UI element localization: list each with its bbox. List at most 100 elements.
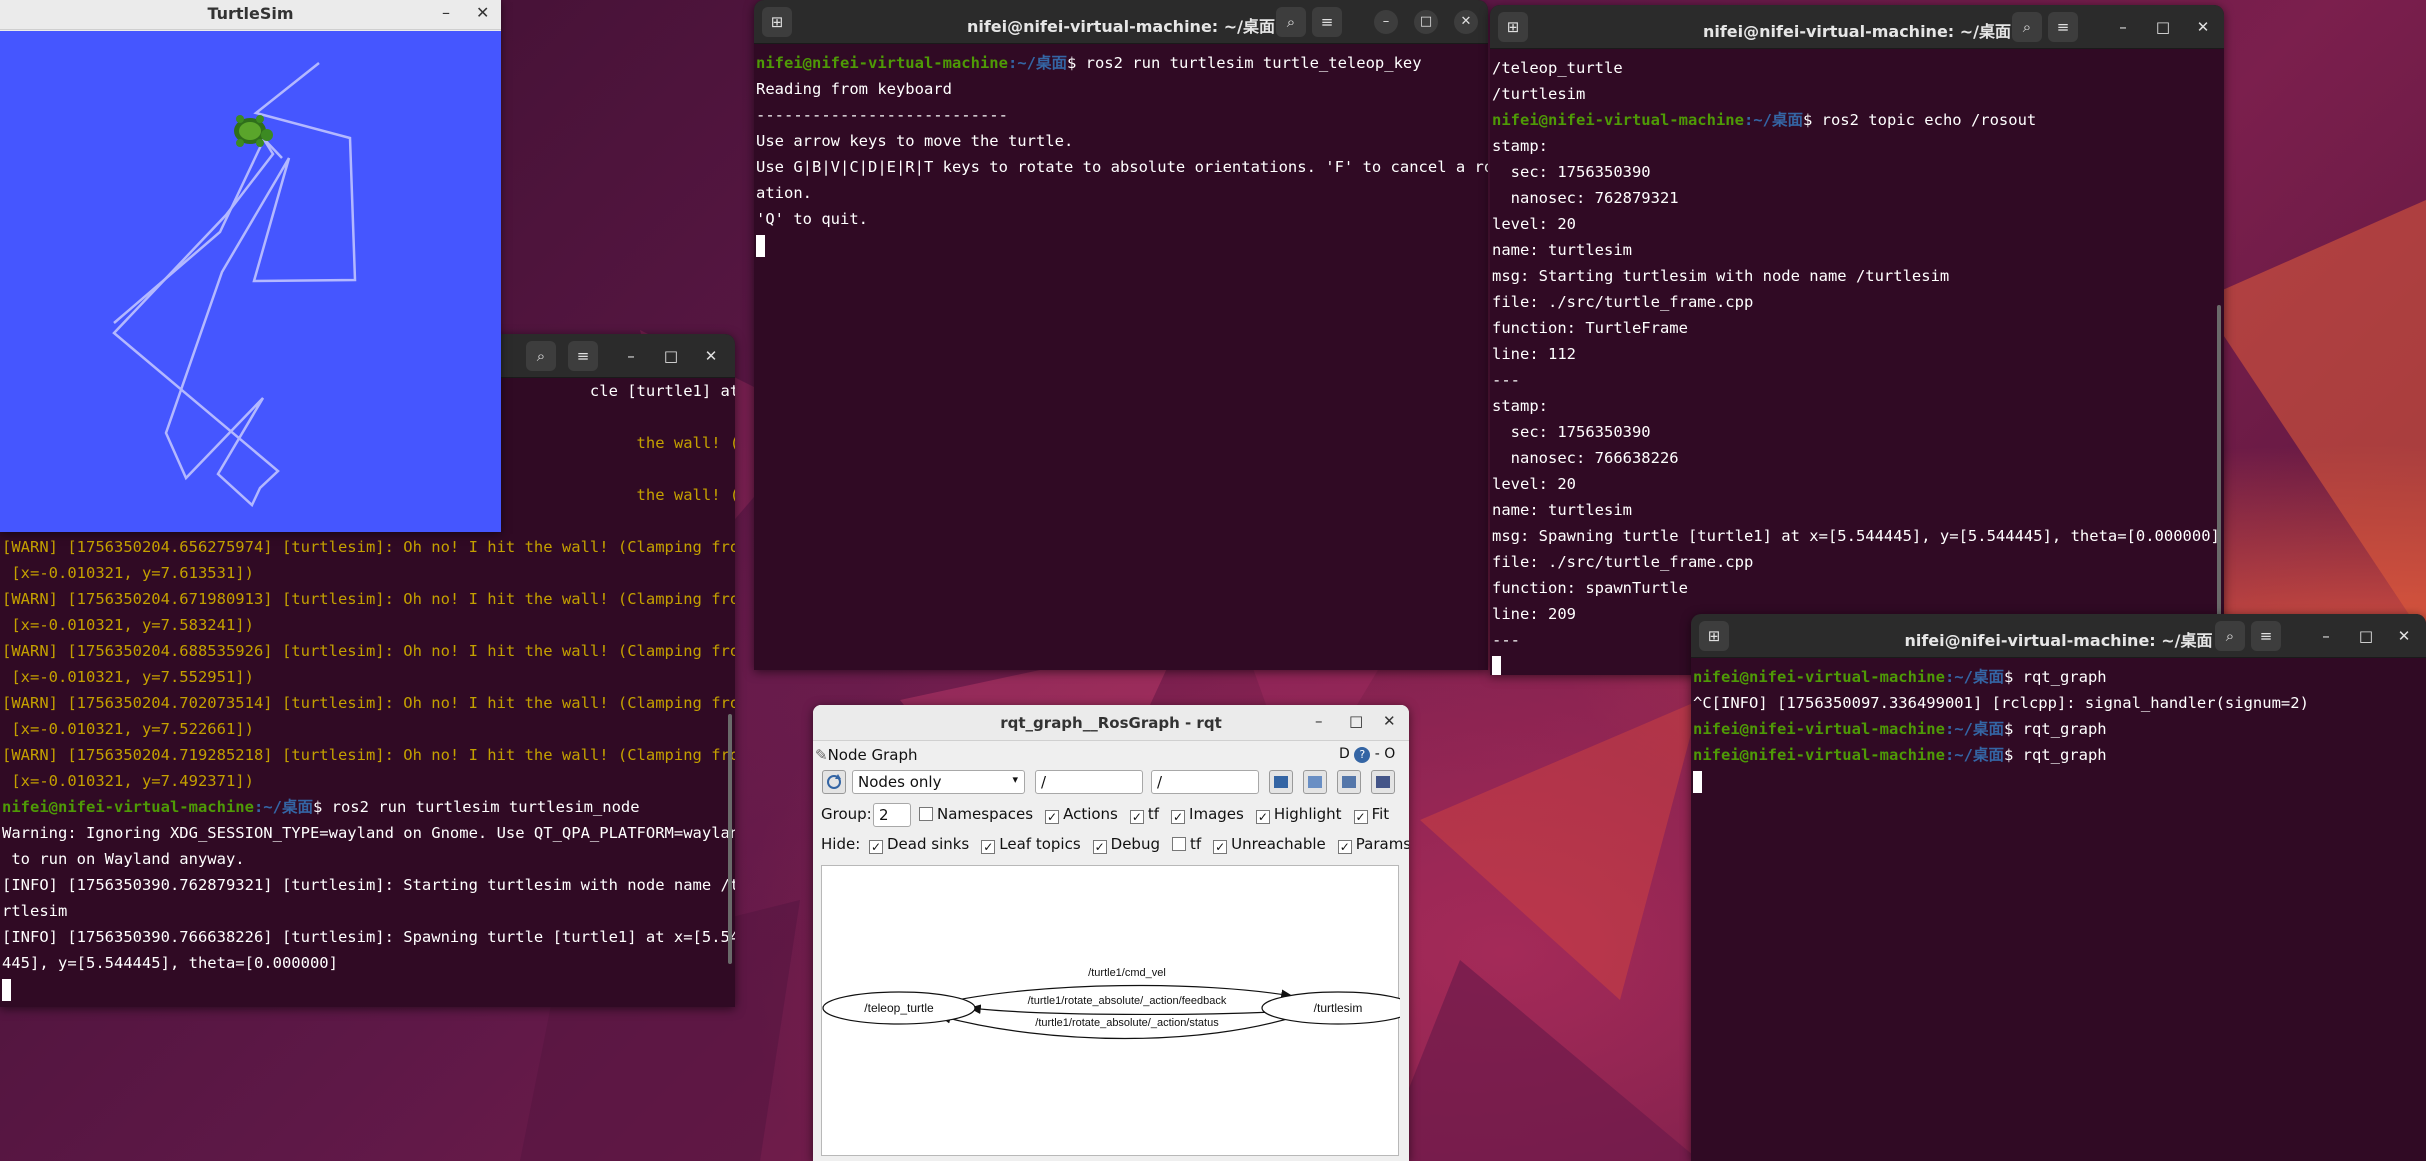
line-text: msg: Spawning turtle [turtle1] at x=[5.5… [1492, 527, 2220, 545]
maximize-button[interactable]: □ [2351, 621, 2381, 651]
terminal-line: --------------------------- [756, 102, 1486, 128]
terminal-line: Warning: Ignoring XDG_SESSION_TYPE=wayla… [2, 820, 735, 846]
minimize-button[interactable]: – [442, 3, 450, 22]
save-dot-icon[interactable] [1303, 770, 1327, 794]
checkbox-params[interactable]: ✓ Params [1337, 835, 1409, 854]
maximize-button[interactable]: □ [1349, 712, 1363, 730]
prompt-user: nifei@nifei-virtual-machine [1693, 668, 1945, 686]
checkbox-actions[interactable]: ✓ Actions [1045, 805, 1118, 824]
close-button[interactable]: ✕ [1454, 10, 1478, 34]
minimize-button[interactable]: – [1374, 10, 1398, 34]
terminal-line: --- [1492, 367, 2222, 393]
terminal-titlebar[interactable]: ⊞ nifei@nifei-virtual-machine: ~/桌面 ⌕ ≡ … [1691, 614, 2426, 658]
rqt-titlebar[interactable]: rqt_graph__RosGraph - rqt – □ ✕ [813, 705, 1409, 741]
menu-icon[interactable]: ≡ [2048, 12, 2078, 42]
checkbox-fit[interactable]: ✓ Fit [1353, 805, 1390, 824]
close-button[interactable]: ✕ [2188, 12, 2218, 42]
terminal-window-rosout[interactable]: ⊞ nifei@nifei-virtual-machine: ~/桌面 ⌕ ≡ … [1490, 5, 2224, 675]
plugin-controls[interactable]: D ? - O [1339, 746, 1395, 763]
turtlesim-titlebar[interactable]: TurtleSim – ✕ [0, 0, 501, 30]
terminal-line: msg: Starting turtlesim with node name /… [1492, 263, 2222, 289]
search-icon[interactable]: ⌕ [526, 341, 556, 371]
ros-graph[interactable]: /turtle1/cmd_vel/turtle1/rotate_absolute… [822, 866, 1409, 1157]
close-button[interactable]: ✕ [2389, 621, 2419, 651]
save-svg-icon[interactable] [1337, 770, 1361, 794]
terminal-cursor-line [2, 976, 733, 1002]
minimize-button[interactable]: – [1315, 712, 1323, 730]
checkbox-tf[interactable]: tf [1171, 835, 1201, 853]
close-button[interactable]: ✕ [476, 3, 489, 22]
rqt-window[interactable]: rqt_graph__RosGraph - rqt – □ ✕ ✎Node Gr… [813, 705, 1409, 1161]
graph-edge[interactable] [968, 1004, 1295, 1016]
terminal-output[interactable]: nifei@nifei-virtual-machine:~/桌面$ ros2 r… [754, 44, 1488, 670]
search-icon[interactable]: ⌕ [1276, 7, 1306, 37]
line-text: name: turtlesim [1492, 241, 1632, 259]
line-text: rtlesim [2, 902, 68, 920]
checkbox-highlight[interactable]: ✓ Highlight [1255, 805, 1342, 824]
checkbox-unreachable[interactable]: ✓ Unreachable [1213, 835, 1326, 854]
checkbox-label: Fit [1371, 805, 1390, 823]
line-text: to run on Wayland anyway. [2, 850, 245, 868]
scrollbar[interactable] [728, 714, 732, 964]
checkbox-box[interactable] [919, 807, 933, 821]
checkbox-box[interactable]: ✓ [1353, 810, 1368, 824]
checkbox-box[interactable]: ✓ [1045, 810, 1060, 824]
minimize-button[interactable]: – [616, 341, 646, 371]
menu-icon[interactable]: ≡ [1312, 7, 1342, 37]
help-icon[interactable]: ? [1354, 747, 1371, 763]
refresh-icon[interactable] [822, 770, 846, 794]
save-image-icon[interactable] [1371, 770, 1395, 794]
checkbox-box[interactable]: ✓ [1129, 810, 1144, 824]
checkbox-namespaces[interactable]: Namespaces [919, 805, 1033, 823]
checkbox-leaf-topics[interactable]: ✓ Leaf topics [981, 835, 1081, 854]
checkbox-tf[interactable]: ✓ tf [1129, 805, 1159, 824]
menu-icon[interactable]: ≡ [568, 341, 598, 371]
terminal-titlebar[interactable]: ⊞ nifei@nifei-virtual-machine: ~/桌面 ⌕ ≡ … [754, 0, 1488, 44]
maximize-button[interactable]: □ [2148, 12, 2178, 42]
terminal-line: nifei@nifei-virtual-machine:~/桌面$ ros2 r… [756, 50, 1486, 76]
line-text: [WARN] [1756350204.719285218] [turtlesim… [2, 746, 735, 764]
terminal-line: name: turtlesim [1492, 237, 2222, 263]
namespace-filter-input[interactable]: / [1035, 770, 1143, 794]
terminal-line: 445], y=[5.544445], theta=[0.000000] [2, 950, 733, 976]
checkbox-box[interactable]: ✓ [1092, 840, 1107, 854]
checkbox-box[interactable]: ✓ [981, 840, 996, 854]
checkbox-box[interactable]: ✓ [1171, 810, 1186, 824]
scrollbar[interactable] [2217, 305, 2221, 645]
terminal-titlebar[interactable]: ⊞ nifei@nifei-virtual-machine: ~/桌面 ⌕ ≡ … [1490, 5, 2224, 49]
search-icon[interactable]: ⌕ [2012, 12, 2042, 42]
graph-view[interactable]: /turtle1/cmd_vel/turtle1/rotate_absolute… [821, 865, 1409, 1157]
checkbox-box[interactable]: ✓ [1213, 840, 1228, 854]
menu-icon[interactable]: ≡ [2251, 621, 2281, 651]
turtlesim-title: TurtleSim [207, 4, 294, 23]
checkbox-box[interactable]: ✓ [1255, 810, 1270, 824]
load-dot-icon[interactable] [1269, 770, 1293, 794]
topic-filter-input[interactable]: / [1151, 770, 1259, 794]
close-button[interactable]: ✕ [1383, 712, 1396, 730]
group-spinbox[interactable]: 2 [873, 803, 911, 827]
minimize-button[interactable]: – [2311, 621, 2341, 651]
graph-mode-select[interactable]: Nodes only ▾ [852, 770, 1025, 794]
maximize-button[interactable]: □ [656, 341, 686, 371]
terminal-output[interactable]: nifei@nifei-virtual-machine:~/桌面$ rqt_gr… [1691, 658, 2426, 1161]
terminal-line: Reading from keyboard [756, 76, 1486, 102]
terminal-output[interactable]: /teleop_turtle/turtlesim nifei@nifei-virt… [1490, 49, 2224, 675]
line-text: file: ./src/turtle_frame.cpp [1492, 553, 1754, 571]
turtlesim-window[interactable]: TurtleSim – ✕ [0, 0, 501, 532]
checkbox-images[interactable]: ✓ Images [1171, 805, 1244, 824]
search-icon[interactable]: ⌕ [2215, 621, 2245, 651]
minimize-button[interactable]: – [2108, 12, 2138, 42]
checkbox-box[interactable]: ✓ [869, 840, 883, 854]
checkbox-box[interactable]: ✓ [1337, 840, 1352, 854]
checkbox-dead-sinks[interactable]: ✓ Dead sinks [869, 835, 969, 854]
terminal-line: ation. [756, 180, 1486, 206]
prompt-path: :~/桌面 [1007, 54, 1067, 72]
maximize-button[interactable]: □ [1414, 10, 1438, 34]
close-button[interactable]: ✕ [696, 341, 726, 371]
terminal-window-teleop[interactable]: ⊞ nifei@nifei-virtual-machine: ~/桌面 ⌕ ≡ … [754, 0, 1488, 670]
checkbox-box[interactable] [1171, 837, 1186, 851]
terminal-window-rqt[interactable]: ⊞ nifei@nifei-virtual-machine: ~/桌面 ⌕ ≡ … [1691, 614, 2426, 1161]
checkbox-debug[interactable]: ✓ Debug [1092, 835, 1160, 854]
checkbox-label: Images [1189, 805, 1244, 823]
line-text: [WARN] [1756350204.656275974] [turtlesim… [2, 538, 735, 556]
